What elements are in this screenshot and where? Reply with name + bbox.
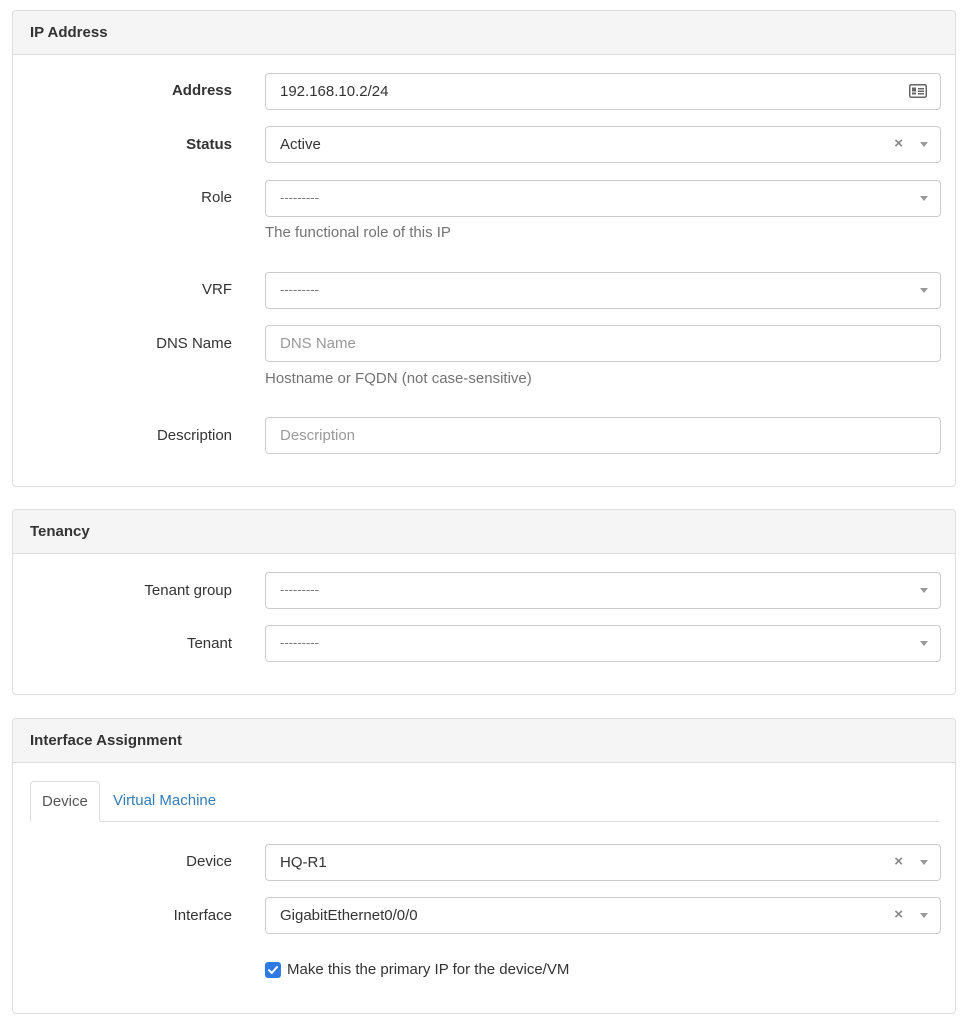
panel-title: Interface Assignment (30, 732, 182, 749)
dns-name-input[interactable]: DNS Name (265, 325, 941, 362)
description-input[interactable]: Description (265, 417, 941, 454)
primary-ip-label[interactable]: Make this the primary IP for the device/… (287, 961, 569, 978)
dns-name-label: DNS Name (156, 335, 232, 352)
role-value: --------- (280, 190, 319, 205)
ip-address-panel: IP Address Address 192.168.10.2/24 Statu… (12, 10, 956, 487)
vrf-label: VRF (202, 281, 232, 298)
description-label: Description (156, 427, 232, 444)
chevron-down-icon[interactable] (920, 588, 928, 593)
chevron-down-icon[interactable] (920, 288, 928, 293)
dns-name-help-text: Hostname or FQDN (not case-sensitive) (265, 370, 532, 387)
role-select[interactable]: --------- (265, 180, 941, 217)
vrf-value: --------- (280, 282, 319, 297)
tenant-label: Tenant (186, 635, 232, 652)
interface-value: GigabitEthernet0/0/0 (280, 907, 418, 924)
tenant-group-label: Tenant group (144, 582, 232, 599)
clear-icon[interactable]: × (894, 135, 903, 152)
device-value: HQ-R1 (280, 854, 327, 871)
description-placeholder: Description (280, 427, 356, 444)
id-card-icon (909, 84, 927, 98)
device-label: Device (186, 853, 232, 870)
tenancy-panel: Tenancy Tenant group --------- Tenant --… (12, 509, 956, 695)
status-select[interactable]: Active × (265, 126, 941, 163)
tab-device-label: Device (42, 793, 88, 810)
role-label: Role (201, 189, 232, 206)
dns-name-placeholder: DNS Name (280, 335, 356, 352)
interface-panel-heading: Interface Assignment (13, 719, 955, 763)
tabs-divider (30, 821, 939, 822)
tenant-value: --------- (280, 635, 319, 650)
interface-select[interactable]: GigabitEthernet0/0/0 × (265, 897, 941, 934)
status-value: Active (280, 136, 321, 153)
panel-title: Tenancy (30, 523, 90, 540)
clear-icon[interactable]: × (894, 906, 903, 923)
address-label: Address (171, 82, 232, 99)
status-label: Status (186, 136, 232, 153)
tenant-group-value: --------- (280, 582, 319, 597)
chevron-down-icon[interactable] (920, 196, 928, 201)
chevron-down-icon[interactable] (920, 913, 928, 918)
interface-assignment-panel: Interface Assignment Device Virtual Mach… (12, 718, 956, 1014)
ip-address-panel-heading: IP Address (13, 11, 955, 55)
checkmark-icon (268, 966, 278, 974)
tab-virtual-machine[interactable]: Virtual Machine (113, 792, 216, 809)
chevron-down-icon[interactable] (920, 641, 928, 646)
tenant-group-select[interactable]: --------- (265, 572, 941, 609)
tab-device[interactable]: Device (30, 781, 100, 822)
clear-icon[interactable]: × (894, 853, 903, 870)
role-help-text: The functional role of this IP (265, 224, 451, 241)
panel-title: IP Address (30, 24, 108, 41)
chevron-down-icon[interactable] (920, 142, 928, 147)
tenancy-panel-heading: Tenancy (13, 510, 955, 554)
tenant-select[interactable]: --------- (265, 625, 941, 662)
device-select[interactable]: HQ-R1 × (265, 844, 941, 881)
vrf-select[interactable]: --------- (265, 272, 941, 309)
interface-label: Interface (173, 907, 232, 924)
primary-ip-checkbox[interactable] (265, 962, 281, 978)
address-value: 192.168.10.2/24 (280, 83, 389, 100)
address-input[interactable]: 192.168.10.2/24 (265, 73, 941, 110)
chevron-down-icon[interactable] (920, 860, 928, 865)
